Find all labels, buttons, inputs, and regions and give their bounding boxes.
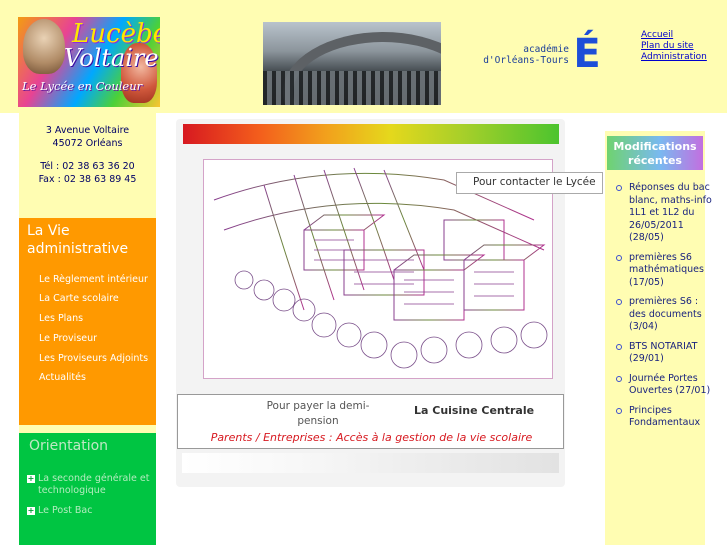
academie-line1: académie (523, 44, 569, 55)
news-item-label: premières S6 : des documents (3/04) (629, 296, 702, 332)
menu-item-seconde[interactable]: + La seconde générale et technologique (27, 473, 156, 497)
menu-item-carte-scolaire[interactable]: La Carte scolaire (39, 293, 156, 304)
link-accueil[interactable]: Accueil (641, 30, 727, 41)
voltaire-bust-icon (23, 19, 65, 74)
academie-line2: d'Orléans-Tours (483, 55, 569, 66)
orientation-menu: Orientation + La seconde générale et tec… (19, 433, 156, 545)
photo-columns (263, 71, 441, 105)
news-item[interactable]: premières S6 : des documents (3/04) (615, 296, 715, 334)
menu-item-post-bac-label: Le Post Bac (38, 505, 93, 516)
news-item[interactable]: BTS NOTARIAT (29/01) (615, 341, 715, 366)
bullet-icon (616, 343, 622, 350)
bullet-icon (616, 375, 622, 382)
recent-changes-title: Modifications récentes (607, 136, 703, 170)
main-content: Pour contacter le Lycée Pour payer la de… (176, 119, 603, 487)
academie-text: académie d'Orléans-Tours (483, 44, 569, 66)
menu-item-plans[interactable]: Les Plans (39, 313, 156, 324)
news-item-label: premières S6 mathématiques (17/05) (629, 251, 704, 288)
logo-name-line2: Voltaire (64, 44, 159, 72)
news-item[interactable]: Journée Portes Ouvertes (27/01) (615, 373, 715, 398)
academie-logo[interactable]: académie d'Orléans-Tours É (483, 31, 607, 77)
vie-administrative-title: La Vie administrative (27, 223, 129, 257)
orientation-list: + La seconde générale et technologique +… (19, 469, 156, 517)
vie-administrative-list: Le Règlement intérieur La Carte scolaire… (19, 262, 156, 383)
bullet-icon (616, 299, 622, 305)
vie-administrative-menu: La Vie administrative Le Règlement intér… (19, 218, 156, 425)
news-item[interactable]: premières S6 mathématiques (17/05) (615, 252, 715, 290)
school-building-photo (263, 22, 441, 105)
orientation-title: Orientation (29, 438, 109, 454)
address-street: 3 Avenue Voltaire (45, 125, 130, 136)
menu-item-proviseur[interactable]: Le Proviseur (39, 333, 156, 344)
news-item-label: Réponses du bac blanc, maths-info 1L1 et… (629, 182, 712, 243)
link-plan-du-site[interactable]: Plan du site (641, 41, 727, 52)
news-item-label: Principes Fondamentaux (629, 404, 701, 429)
right-column: Modifications récentes Réponses du bac b… (605, 131, 712, 545)
bullet-icon (616, 407, 622, 414)
expand-plus-icon[interactable]: + (27, 475, 35, 483)
expand-plus-icon[interactable]: + (27, 507, 35, 515)
bullet-icon (616, 185, 622, 191)
menu-item-reglement[interactable]: Le Règlement intérieur (39, 274, 156, 285)
site-header: Lucèbe Voltaire Le Lycée en Couleur acad… (0, 0, 727, 113)
link-administration[interactable]: Administration (641, 52, 727, 63)
top-links: Accueil Plan du site Administration (641, 30, 727, 63)
contact-tooltip[interactable]: Pour contacter le Lycée (456, 172, 603, 194)
news-item[interactable]: Principes Fondamentaux (615, 405, 715, 430)
bullet-icon (616, 254, 622, 261)
grey-gradient-bar (182, 453, 559, 473)
fax-number: Fax : 02 38 63 89 45 (38, 174, 137, 185)
left-column: 3 Avenue Voltaire 45072 Orléans Tél : 02… (19, 113, 156, 545)
news-item[interactable]: Réponses du bac blanc, maths-info 1L1 et… (615, 182, 715, 245)
page: Lucèbe Voltaire Le Lycée en Couleur acad… (0, 0, 727, 545)
cuisine-centrale-link[interactable]: La Cuisine Centrale (414, 404, 534, 417)
recent-changes-list: Réponses du bac blanc, maths-info 1L1 et… (615, 182, 715, 437)
news-item-label: BTS NOTARIAT (29/01) (629, 340, 698, 365)
address-city: 45072 Orléans (52, 138, 123, 149)
rainbow-banner (183, 124, 559, 144)
orientation-inner: + La seconde générale et technologique +… (19, 469, 156, 545)
menu-item-seconde-label: La seconde générale et technologique (38, 473, 150, 496)
news-item-label: Journée Portes Ouvertes (27/01) (629, 372, 711, 397)
menu-item-actualites[interactable]: Actualités (39, 372, 156, 383)
parents-entreprises-link[interactable]: Parents / Entreprises : Accès à la gesti… (178, 431, 565, 444)
payer-demi-pension-link[interactable]: Pour payer la demi-pension (248, 399, 388, 429)
phone-number: Tél : 02 38 63 36 20 (40, 161, 135, 172)
menu-item-post-bac[interactable]: + Le Post Bac (27, 505, 156, 517)
quick-links-box: Pour payer la demi-pension La Cuisine Ce… (177, 394, 564, 449)
academie-e-icon: É (573, 31, 601, 77)
menu-item-proviseurs-adjoints[interactable]: Les Proviseurs Adjoints (39, 353, 156, 364)
contact-block: 3 Avenue Voltaire 45072 Orléans Tél : 02… (19, 113, 156, 186)
logo-tagline: Le Lycée en Couleur (22, 79, 143, 93)
site-logo[interactable]: Lucèbe Voltaire Le Lycée en Couleur (18, 17, 160, 107)
